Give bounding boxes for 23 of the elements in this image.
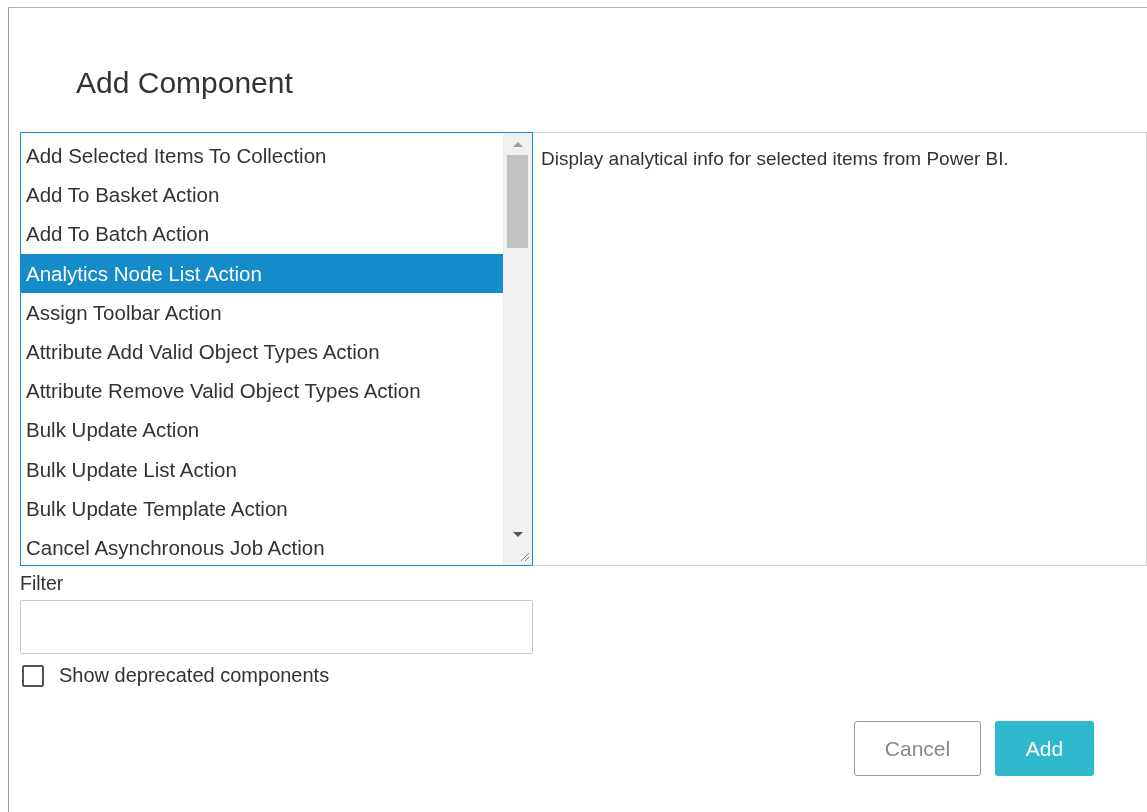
list-item[interactable]: Attribute Remove Valid Object Types Action (21, 371, 503, 411)
scroll-up-icon[interactable] (511, 140, 524, 148)
list-item[interactable]: Attribute Add Valid Object Types Action (21, 331, 503, 372)
list-item[interactable]: Cancel Asynchronous Job Action (21, 527, 503, 565)
cancel-button[interactable]: Cancel (854, 721, 981, 776)
list-item[interactable]: Analytics Node List Action (21, 253, 503, 293)
list-item[interactable]: Bulk Update Template Action (21, 488, 503, 528)
checkbox-label: Show deprecated components (59, 664, 330, 687)
scroll-down-icon[interactable] (511, 531, 524, 539)
filter-label: Filter (20, 572, 65, 596)
list-item[interactable]: Add To Batch Action (21, 214, 503, 254)
list-item[interactable]: Bulk Update List Action (21, 449, 503, 489)
scrollbar[interactable] (503, 133, 532, 565)
filter-field[interactable] (20, 600, 533, 654)
list-item[interactable]: Assign Toolbar Action (21, 292, 503, 332)
scroll-thumb[interactable] (507, 155, 528, 248)
component-list[interactable] (20, 132, 533, 566)
dialog-title: Add Component (75, 65, 294, 101)
list-item[interactable]: Bulk Update Action (21, 410, 503, 450)
list-item[interactable]: Add Selected Items To Collection (21, 136, 503, 176)
list-item[interactable]: Add To Basket Action (21, 175, 503, 215)
checkbox[interactable] (22, 664, 44, 687)
description-text: Display analytical info for selected items from Power BI. (541, 148, 1009, 169)
